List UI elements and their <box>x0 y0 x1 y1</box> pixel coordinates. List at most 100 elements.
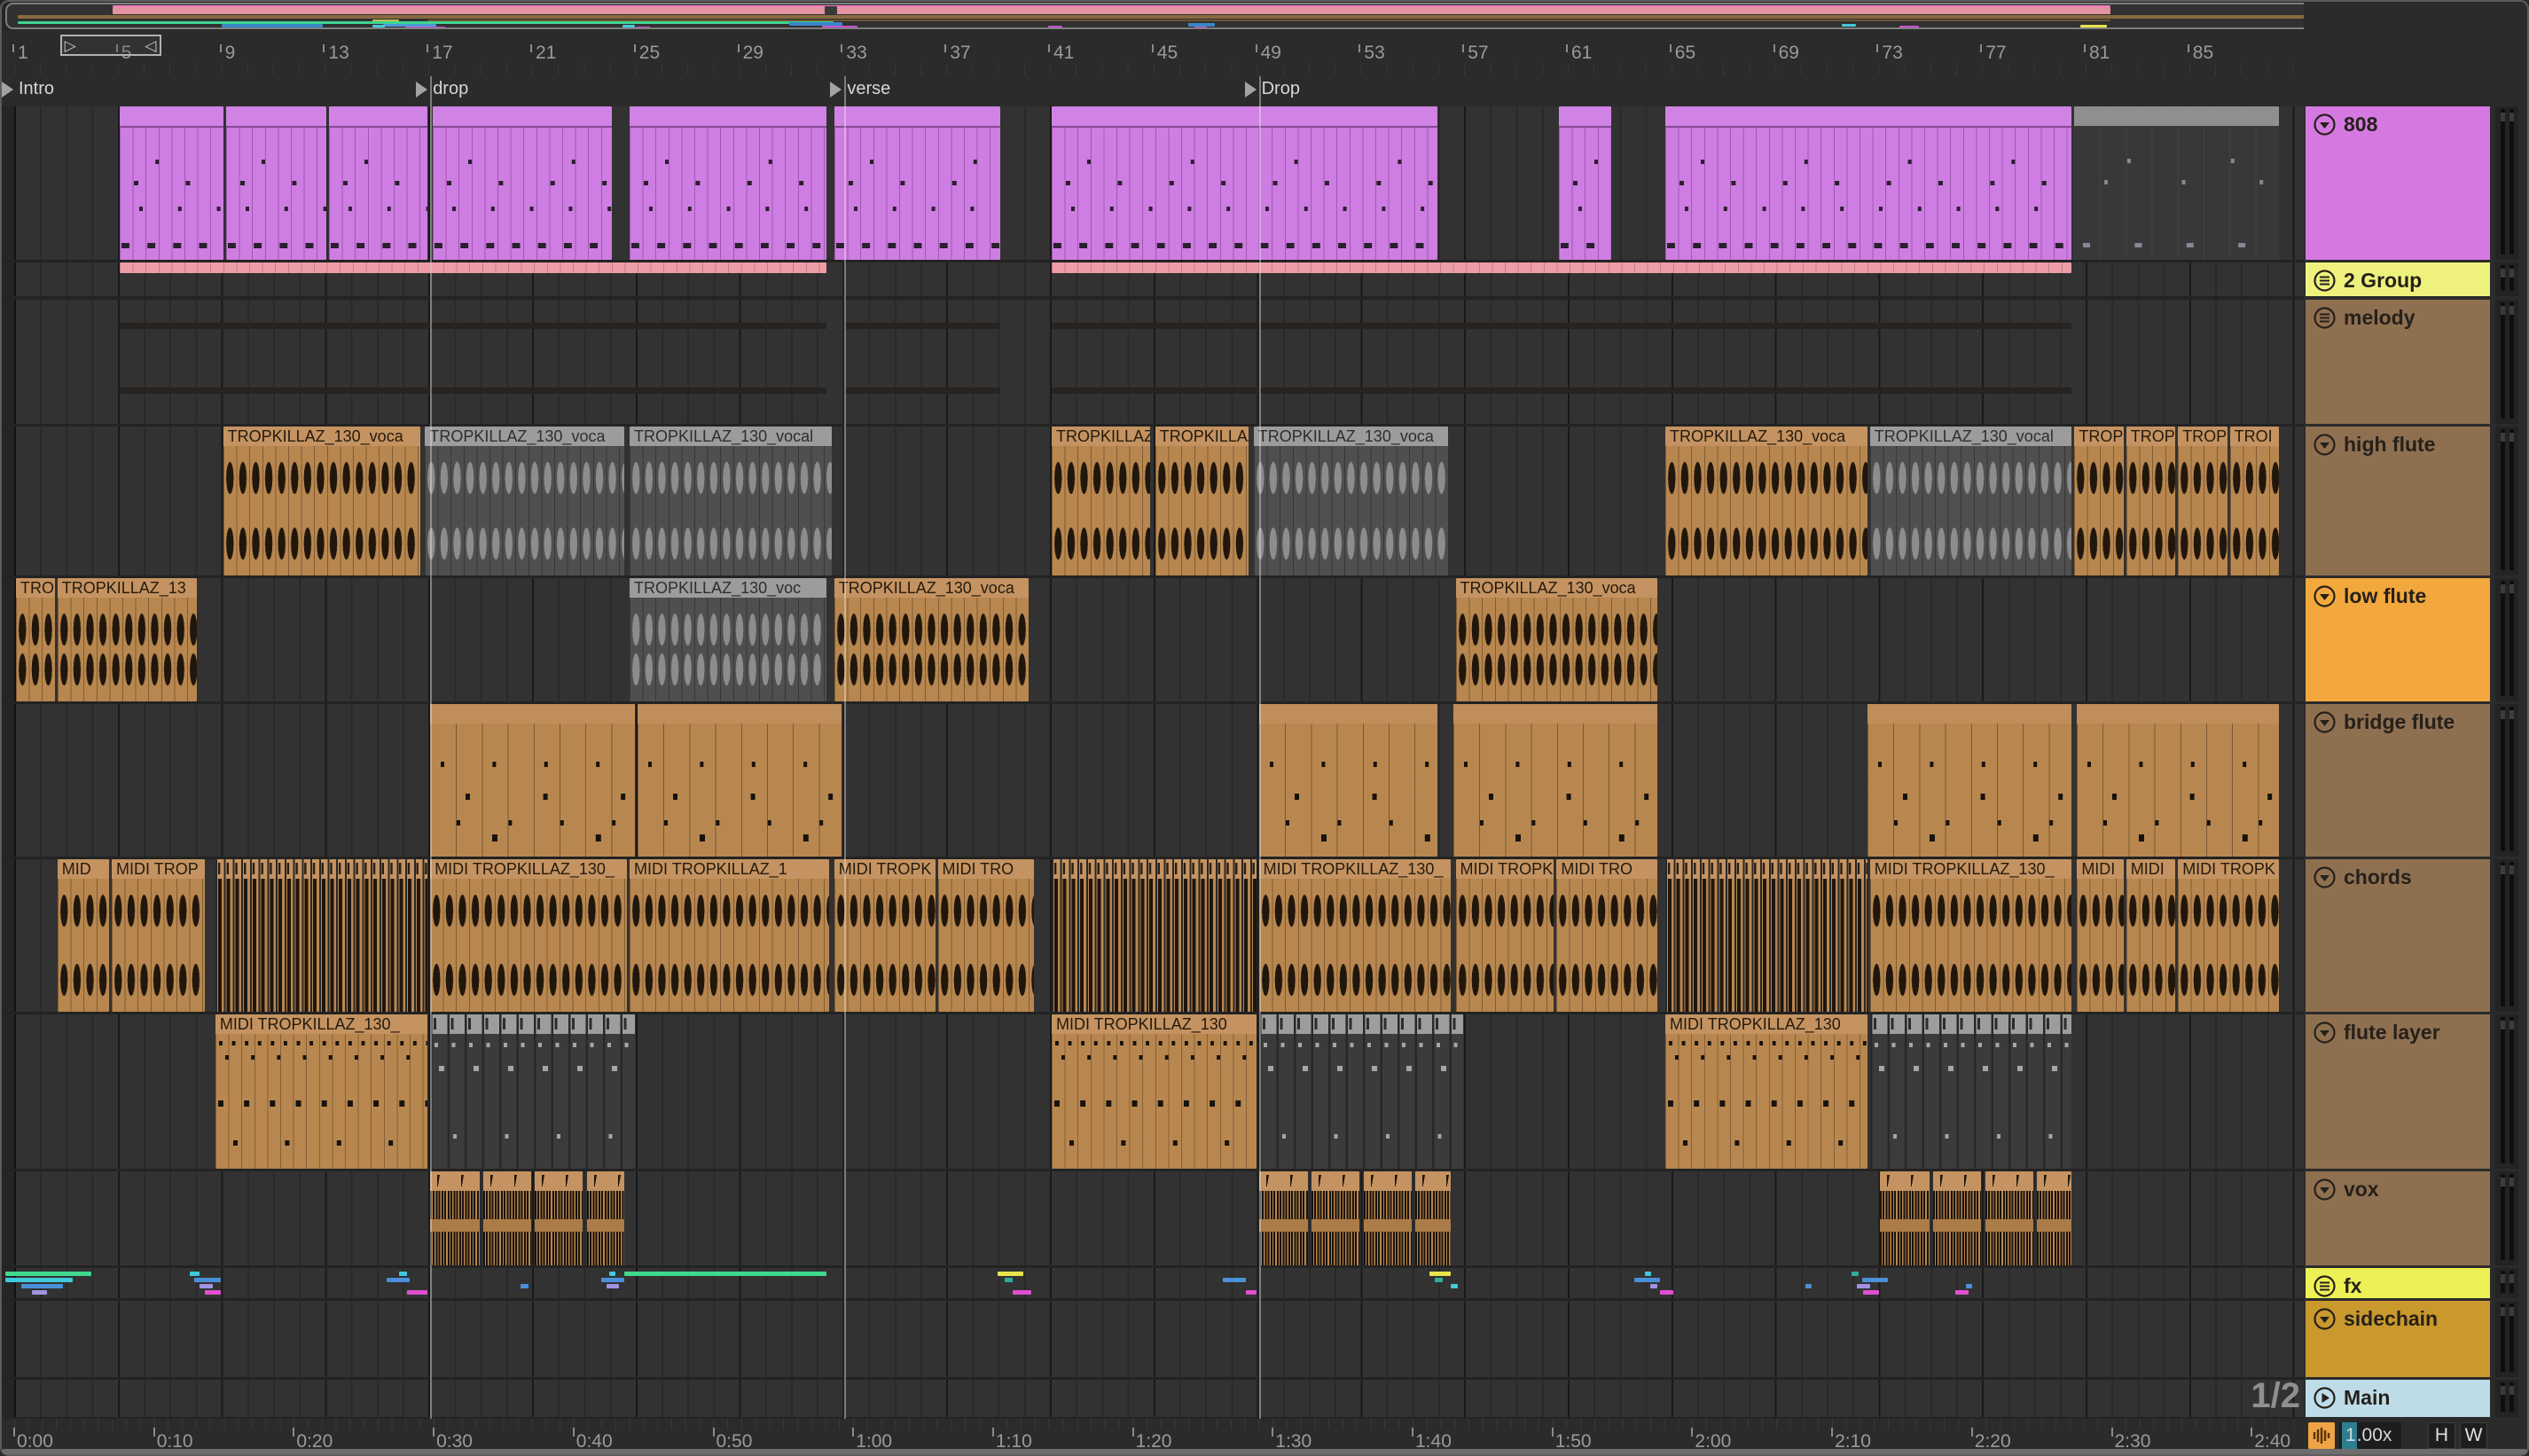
clip-midi-tropk[interactable]: MIDI TROPK <box>1455 859 1554 1012</box>
fx-clip-dash[interactable] <box>205 1290 221 1295</box>
clip[interactable] <box>637 704 842 857</box>
clip[interactable] <box>1052 859 1257 1012</box>
clip[interactable] <box>1665 859 1867 1012</box>
clip-midi-trop[interactable]: MIDI TROP <box>112 859 206 1012</box>
clip-tropkillaz-130-voc[interactable]: TROPKILLAZ_130_voc <box>630 578 826 701</box>
clip[interactable] <box>329 106 428 260</box>
fx-clip-dash[interactable] <box>5 1278 74 1282</box>
fx-clip-dash[interactable] <box>1013 1290 1031 1295</box>
track-lane-chords[interactable]: MID MIDI TROP MIDI TROPKILLAZ_130_ MIDI TRO… <box>0 859 2304 1012</box>
track-header-sidechain[interactable]: sidechain <box>2306 1301 2490 1377</box>
track-lane-main[interactable] <box>0 1380 2304 1417</box>
clip-tropkillaz-130-voca[interactable]: TROPKILLAZ_130_voca <box>425 427 625 575</box>
fx-clip-dash[interactable] <box>1955 1290 1969 1295</box>
fx-clip-dash[interactable] <box>1861 1278 1889 1282</box>
clip[interactable] <box>1363 1171 1412 1265</box>
fx-clip-dash[interactable] <box>1429 1272 1451 1276</box>
group-menu-icon[interactable] <box>2313 306 2337 330</box>
clip-tropkillaz-130-voca[interactable]: TROPKILLAZ_130_voca <box>1253 427 1448 575</box>
clip[interactable] <box>225 106 327 260</box>
locator-verse[interactable]: verse <box>830 79 890 99</box>
clip-midi-tropkillaz-1[interactable]: MIDI TROPKILLAZ_1 <box>630 859 829 1012</box>
clip[interactable] <box>586 1171 625 1265</box>
clip[interactable] <box>1869 1014 2072 1169</box>
clip[interactable] <box>119 106 223 260</box>
fold-track-icon[interactable] <box>2313 1178 2337 1202</box>
clip-midi-tropkillaz-130[interactable]: MIDI TROPKILLAZ_130 <box>1052 1014 1257 1169</box>
track-lane-group2[interactable] <box>0 262 2304 296</box>
clip-midi-tro[interactable]: MIDI TRO <box>1556 859 1658 1012</box>
clip-tropkillaz-130-voca[interactable]: TROPKILLAZ_130_voca <box>1052 427 1150 575</box>
clip[interactable] <box>1258 704 1438 857</box>
clip-tropkillaz-130-voca[interactable]: TROPKILLAZ_130_voca <box>1665 427 1867 575</box>
clip-troi[interactable]: TROI <box>2229 427 2280 575</box>
fx-clip-dash[interactable] <box>1435 1278 1443 1282</box>
clip[interactable] <box>1559 106 1611 260</box>
fx-clip-dash[interactable] <box>1644 1272 1651 1276</box>
clip-midi-tropk[interactable]: MIDI TROPK <box>2178 859 2280 1012</box>
fx-clip-dash[interactable] <box>406 1290 428 1295</box>
melody-collapsed-clip[interactable] <box>119 387 826 394</box>
track-lane-808[interactable] <box>0 106 2304 260</box>
clip[interactable] <box>1052 262 2072 273</box>
fx-clip-dash[interactable] <box>1005 1278 1014 1282</box>
track-header-chords[interactable]: chords <box>2306 859 2490 1012</box>
clip[interactable] <box>1258 1171 1309 1265</box>
height-zoom-button[interactable]: H <box>2428 1422 2455 1449</box>
fold-track-icon[interactable] <box>2313 584 2337 608</box>
fold-track-icon[interactable] <box>2313 710 2337 734</box>
track-header-highflute[interactable]: high flute <box>2306 427 2490 575</box>
arrangement-overview[interactable] <box>5 3 2343 29</box>
track-lane-bridgeflute[interactable] <box>0 704 2304 857</box>
clip[interactable] <box>1867 704 2072 857</box>
window-bottom-edge[interactable] <box>2 1449 2527 1454</box>
fx-clip-dash[interactable] <box>1634 1278 1661 1282</box>
clip-trop[interactable]: TROP <box>16 578 55 701</box>
fx-clip-dash[interactable] <box>606 1284 620 1288</box>
fx-clip-dash[interactable] <box>521 1284 529 1288</box>
clip[interactable] <box>834 106 1000 260</box>
fold-track-icon[interactable] <box>2313 865 2337 889</box>
clip[interactable] <box>1933 1171 1982 1265</box>
clip-tropkillaz-130-voca[interactable]: TROPKILLAZ_130_voca <box>1455 578 1658 701</box>
clip[interactable] <box>430 704 635 857</box>
clip-mid[interactable]: MID <box>57 859 110 1012</box>
clip[interactable] <box>2074 106 2280 260</box>
fx-clip-dash[interactable] <box>5 1272 91 1276</box>
clip[interactable] <box>119 262 826 273</box>
audio-engine-button[interactable] <box>2308 1422 2335 1449</box>
clip-trop[interactable]: TROP <box>2126 427 2176 575</box>
clip[interactable] <box>2037 1171 2072 1265</box>
clip[interactable] <box>1415 1171 1451 1265</box>
clip[interactable] <box>2077 704 2280 857</box>
clip[interactable] <box>630 106 826 260</box>
clip-trop[interactable]: TROP <box>2074 427 2124 575</box>
fx-clip-dash[interactable] <box>1852 1272 1859 1276</box>
clip-trop[interactable]: TROP <box>2178 427 2228 575</box>
fold-track-icon[interactable] <box>2313 113 2337 137</box>
track-lane-vox[interactable] <box>0 1171 2304 1265</box>
clip-tropkillaz-13[interactable]: TROPKILLAZ_13 <box>57 578 198 701</box>
track-header-vox[interactable]: vox <box>2306 1171 2490 1265</box>
playback-speed-field[interactable]: 1.00x <box>2339 1422 2401 1449</box>
group-menu-icon[interactable] <box>2313 1274 2337 1298</box>
melody-collapsed-clip[interactable] <box>1052 387 2072 394</box>
fx-clip-dash[interactable] <box>1246 1290 1257 1295</box>
track-lane-flutelayer[interactable]: MIDI TROPKILLAZ_130_ MIDI TROPKILLAZ_130 M… <box>0 1014 2304 1169</box>
fx-clip-dash[interactable] <box>1863 1290 1879 1295</box>
track-header-lowflute[interactable]: low flute <box>2306 578 2490 701</box>
track-lane-melody[interactable] <box>0 300 2304 424</box>
clip[interactable] <box>430 1171 480 1265</box>
clip[interactable] <box>1052 106 1438 260</box>
clip[interactable] <box>215 859 428 1012</box>
track-lane-fx[interactable] <box>0 1268 2304 1298</box>
clip-tropkillaz-130-vocal[interactable]: TROPKILLAZ_130_vocal <box>630 427 832 575</box>
fx-clip-dash[interactable] <box>399 1272 407 1276</box>
track-lane-lowflute[interactable]: TROPTROPKILLAZ_13 TROPKILLAZ_130_voc TROPK… <box>0 578 2304 701</box>
play-icon[interactable] <box>2313 1386 2337 1410</box>
fx-clip-dash[interactable] <box>1222 1278 1246 1282</box>
clip-tropkillaz-130-voca[interactable]: TROPKILLAZ_130_voca <box>1155 427 1249 575</box>
clip[interactable] <box>430 1014 635 1169</box>
fx-clip-dash[interactable] <box>1649 1284 1658 1288</box>
clip-tropkillaz-130-vocal[interactable]: TROPKILLAZ_130_vocal <box>1869 427 2072 575</box>
